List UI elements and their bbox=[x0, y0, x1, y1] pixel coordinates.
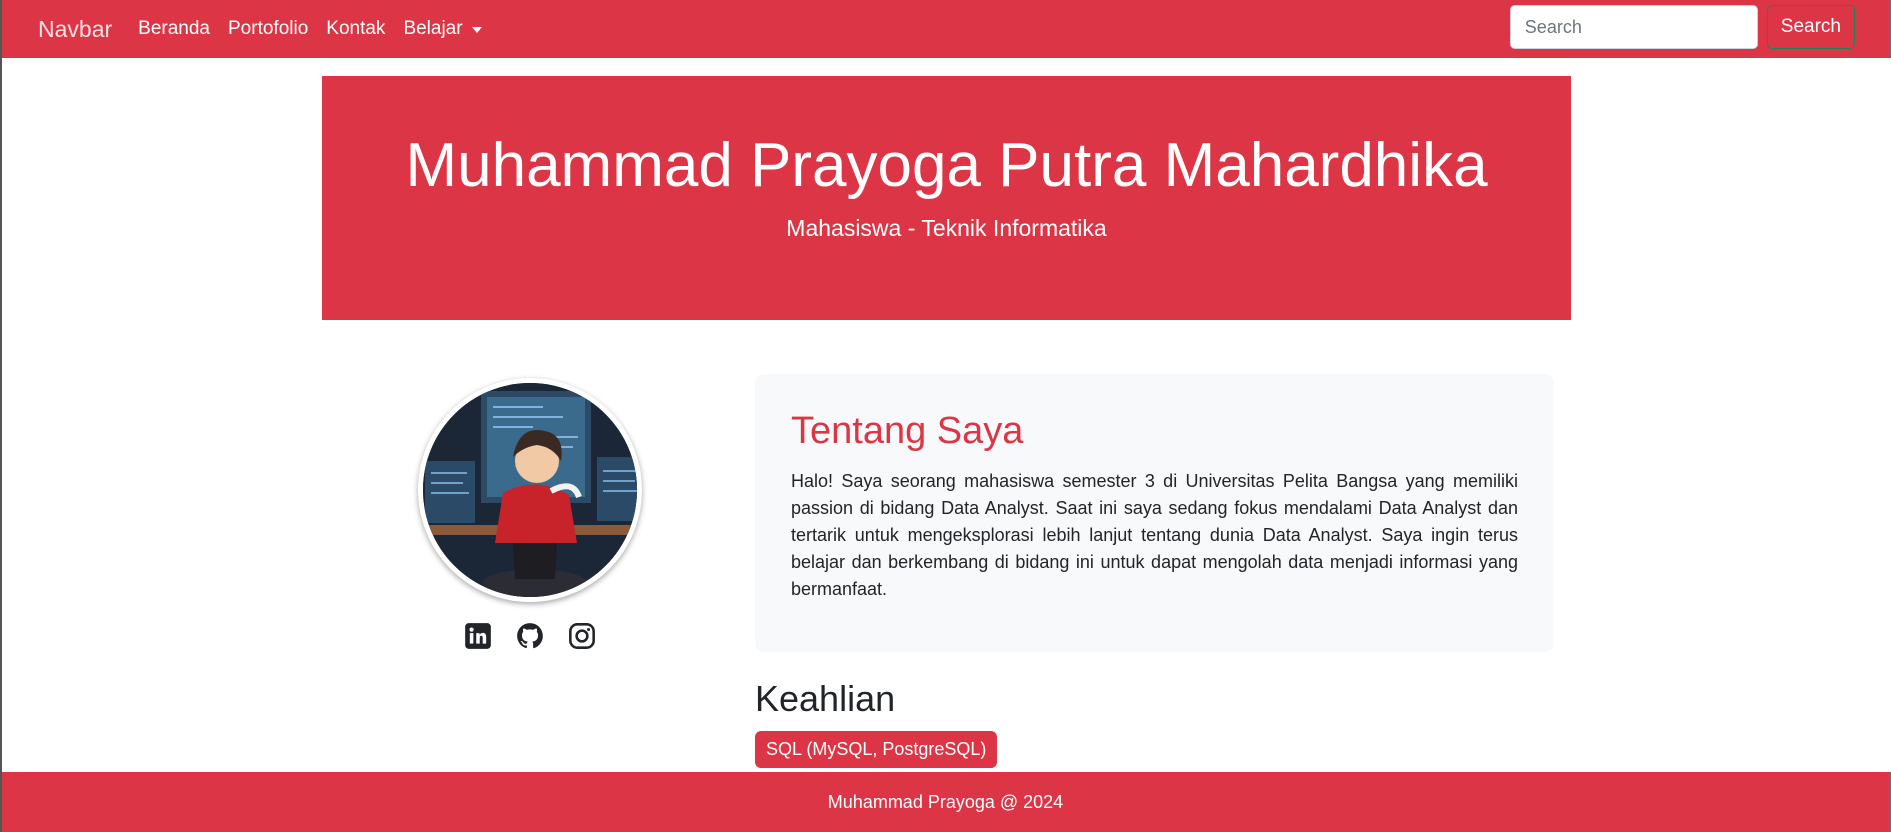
caret-down-icon bbox=[471, 27, 482, 33]
avatar-illustration bbox=[423, 383, 637, 597]
linkedin-icon[interactable] bbox=[464, 622, 492, 650]
search-form: Search bbox=[1509, 5, 1855, 49]
search-button[interactable]: Search bbox=[1766, 5, 1855, 49]
footer: Muhammad Prayoga @ 2024 bbox=[2, 772, 1891, 832]
github-icon[interactable] bbox=[516, 622, 544, 650]
nav-dropdown-belajar[interactable]: Belajar bbox=[403, 18, 482, 40]
hero-name: Muhammad Prayoga Putra Mahardhika bbox=[405, 131, 1488, 200]
nav-link-kontak[interactable]: Kontak bbox=[326, 18, 385, 40]
skills-title: Keahlian bbox=[755, 678, 896, 719]
footer-text: Muhammad Prayoga @ 2024 bbox=[827, 792, 1064, 812]
nav-dropdown-label: Belajar bbox=[403, 18, 463, 39]
about-title: Tentang Saya bbox=[791, 410, 1024, 452]
navbar: Navbar Beranda Portofolio Kontak Belajar… bbox=[2, 0, 1891, 58]
nav-link-portofolio[interactable]: Portofolio bbox=[228, 18, 308, 40]
about-text: Halo! Saya seorang mahasiswa semester 3 … bbox=[791, 471, 1518, 599]
search-input[interactable] bbox=[1509, 5, 1758, 49]
avatar bbox=[418, 378, 642, 602]
nav-link-beranda[interactable]: Beranda bbox=[138, 18, 210, 40]
instagram-icon[interactable] bbox=[568, 622, 596, 650]
skill-badge: SQL (MySQL, PostgreSQL) bbox=[755, 731, 998, 768]
nav-links: Beranda Portofolio Kontak Belajar bbox=[138, 18, 499, 40]
social-links bbox=[464, 622, 620, 650]
navbar-brand[interactable]: Navbar bbox=[38, 16, 112, 43]
hero-banner: Muhammad Prayoga Putra Mahardhika Mahasi… bbox=[322, 76, 1571, 320]
about-card: Tentang Saya Halo! Saya seorang mahasisw… bbox=[755, 374, 1554, 652]
hero-subtitle: Mahasiswa - Teknik Informatika bbox=[786, 215, 1107, 242]
